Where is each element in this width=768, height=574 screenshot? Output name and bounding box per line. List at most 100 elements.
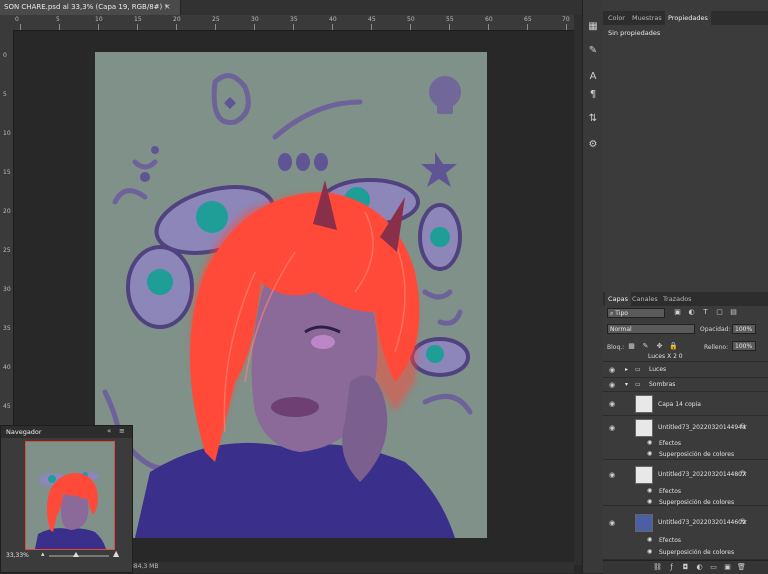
tab-color[interactable]: Color — [605, 11, 628, 25]
tool-presets-icon[interactable]: ⚙ — [586, 138, 600, 152]
layer-row[interactable]: ◉ ▸ ▭ Luces — [603, 362, 768, 378]
blend-mode-value: Normal — [610, 326, 632, 333]
fill-value: 100% — [735, 343, 753, 350]
vertical-scrollbar[interactable] — [574, 15, 582, 565]
filter-smart-object-icon[interactable]: ▤ — [729, 308, 738, 317]
clone-source-icon[interactable]: ⇅ — [586, 112, 600, 126]
filter-shape-icon[interactable]: ▢ — [715, 308, 724, 317]
eye-icon[interactable]: ◉ — [647, 536, 652, 543]
layer-thumbnail — [635, 419, 653, 437]
layer-row[interactable]: ◉ Untitled73_20220320144609 fx ◉ Efectos… — [603, 506, 768, 560]
fx-icon[interactable]: fx — [740, 470, 747, 478]
chevron-down-icon[interactable]: ▾ — [625, 381, 628, 388]
filter-adjustment-icon[interactable]: ◐ — [687, 308, 696, 317]
properties-panel: Sin propiedades — [603, 25, 768, 295]
tab-canales[interactable]: Canales — [629, 292, 661, 306]
effect-name: Superposición de colores — [659, 451, 735, 458]
lock-image-icon[interactable]: ✎ — [641, 342, 650, 351]
character-icon[interactable]: A — [586, 70, 600, 84]
ruler-label: 25 — [212, 16, 220, 23]
ruler-label: 20 — [173, 16, 181, 23]
ruler-label: 45 — [3, 403, 11, 410]
ruler-label: 55 — [446, 16, 454, 23]
layer-row[interactable]: ◉ Untitled73_20220320144944 fx ◉ Efectos… — [603, 416, 768, 460]
eye-icon[interactable]: ◉ — [647, 439, 652, 446]
tab-trazados[interactable]: Trazados — [660, 292, 695, 306]
document-tab-title: SON CHARE.psd al 33,3% (Capa 19, RGB/8#)… — [4, 3, 168, 11]
layers-toolbar: ⛓ ƒ ◘ ◐ ▭ ▣ 🗑 — [603, 560, 768, 574]
eye-icon[interactable]: ◉ — [607, 399, 617, 409]
horizontal-ruler[interactable]: 0 5 10 15 20 25 30 35 40 45 50 55 60 65 … — [0, 15, 574, 31]
ruler-label: 50 — [407, 16, 415, 23]
zoom-out-icon[interactable]: ▴ — [41, 550, 45, 558]
ruler-label: 20 — [3, 208, 11, 215]
eye-icon[interactable]: ◉ — [607, 365, 617, 375]
blend-mode-select[interactable]: Normal — [607, 324, 695, 334]
eye-icon[interactable]: ◉ — [647, 548, 652, 555]
document-tab[interactable]: SON CHARE.psd al 33,3% (Capa 19, RGB/8#)… — [0, 0, 181, 15]
zoom-slider[interactable] — [49, 555, 109, 557]
navigator-header: Navegador « ≡ — [1, 426, 132, 438]
eye-icon[interactable]: ◉ — [647, 450, 652, 457]
artwork-canvas[interactable] — [95, 52, 487, 538]
group-icon[interactable]: ▭ — [709, 563, 718, 572]
new-layer-icon[interactable]: ▣ — [723, 563, 732, 572]
eye-icon[interactable]: ◉ — [647, 498, 652, 505]
eye-icon[interactable]: ◉ — [607, 423, 617, 433]
layer-row[interactable]: ◉ ▾ ▭ Sombras — [603, 378, 768, 392]
ruler-label: 10 — [95, 16, 103, 23]
chevron-right-icon[interactable]: ▸ — [625, 366, 628, 373]
fx-icon[interactable]: fx — [740, 518, 747, 526]
tab-capas[interactable]: Capas — [605, 292, 632, 306]
tab-muestras[interactable]: Muestras — [629, 11, 665, 25]
filter-kind-select[interactable]: ⌕ Tipo — [607, 308, 665, 318]
layer-name: Capa 14 copia — [658, 401, 701, 408]
layer-thumbnail — [635, 466, 653, 484]
collapse-icon[interactable]: « — [107, 427, 111, 435]
panel-dock: ▦ ✎ A ¶ ⇅ ⚙ — [582, 0, 603, 573]
brush-presets-icon[interactable]: ✎ — [586, 44, 600, 58]
fx-icon[interactable]: fx — [740, 423, 747, 431]
eye-icon[interactable]: ◉ — [607, 470, 617, 480]
filter-pixel-icon[interactable]: ▣ — [673, 308, 682, 317]
fx-button[interactable]: ƒ — [667, 563, 676, 572]
adjustment-icon[interactable]: ◐ — [695, 563, 704, 572]
filter-type-icon[interactable]: T — [701, 308, 710, 317]
zoom-in-icon[interactable]: ▲ — [113, 549, 119, 558]
fill-input[interactable]: 100% — [732, 341, 756, 351]
eye-icon[interactable]: ◉ — [607, 380, 617, 390]
tab-propiedades[interactable]: Propiedades — [665, 11, 711, 25]
layer-row[interactable]: Luces X 2 0 — [603, 353, 768, 362]
layer-row[interactable]: ◉ Capa 14 copia — [603, 392, 768, 416]
effects-label: Efectos — [659, 537, 682, 544]
effect-name: Superposición de colores — [659, 499, 735, 506]
ruler-label: 0 — [3, 52, 7, 59]
layer-name: Untitled73_20220320144807 — [658, 471, 746, 478]
eye-icon[interactable]: ◉ — [647, 487, 652, 494]
ruler-label: 15 — [134, 16, 142, 23]
lock-transparent-icon[interactable]: ▦ — [627, 342, 636, 351]
link-icon[interactable]: ⛓ — [653, 563, 662, 572]
effects-label: Efectos — [659, 488, 682, 495]
ruler-label: 30 — [3, 286, 11, 293]
lock-label: Bloq.: — [607, 344, 625, 351]
trash-icon[interactable]: 🗑 — [737, 563, 746, 572]
opacity-input[interactable]: 100% — [732, 324, 756, 334]
layer-thumbnail — [635, 395, 653, 413]
lock-all-icon[interactable]: 🔒 — [669, 342, 678, 351]
navigator-thumbnail[interactable] — [25, 441, 115, 550]
eye-icon[interactable]: ◉ — [607, 518, 617, 528]
navigator-zoom[interactable]: 33,33% — [6, 552, 29, 559]
zoom-slider-handle[interactable] — [73, 552, 79, 557]
ruler-label: 5 — [56, 16, 60, 23]
close-icon[interactable]: × — [164, 2, 171, 11]
paragraph-icon[interactable]: ¶ — [586, 88, 600, 102]
navigator-title: Navegador — [6, 428, 42, 436]
panel-menu-icon[interactable]: ≡ — [119, 427, 125, 435]
mask-icon[interactable]: ◘ — [681, 563, 690, 572]
history-icon[interactable]: ▦ — [586, 20, 600, 34]
layer-name: Untitled73_20220320144944 — [658, 424, 746, 431]
ruler-label: 15 — [3, 169, 11, 176]
lock-position-icon[interactable]: ✥ — [655, 342, 664, 351]
layer-row[interactable]: ◉ Untitled73_20220320144807 fx ◉ Efectos… — [603, 460, 768, 506]
